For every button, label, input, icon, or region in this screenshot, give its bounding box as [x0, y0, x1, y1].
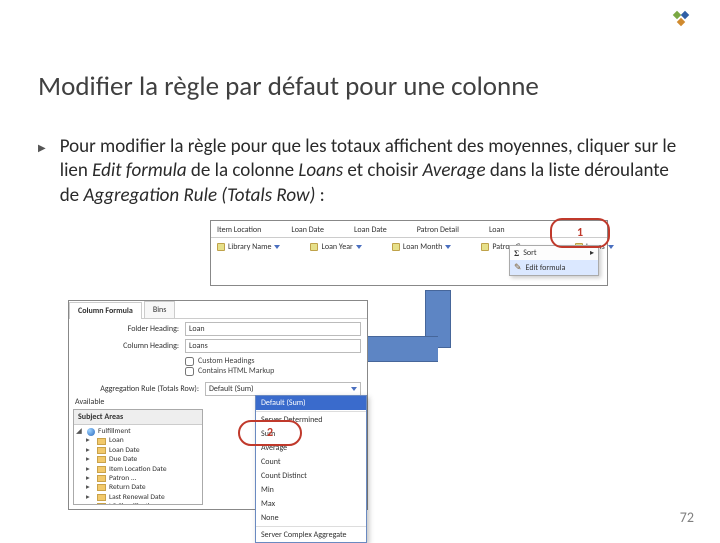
checkbox-html-markup[interactable]	[185, 367, 194, 376]
dialog-tabs: Column Formula Bins	[69, 301, 367, 319]
column-pill[interactable]: Loan Year	[310, 242, 361, 252]
checkbox-custom-headings[interactable]	[185, 357, 194, 366]
folder-icon	[97, 503, 106, 505]
page-number: 72	[680, 509, 694, 526]
tab-column-formula[interactable]: Column Formula	[69, 302, 142, 319]
column-context-menu: ΣSort▸ ✎Edit formula	[509, 245, 599, 276]
instruction-text: Pour modifier la règle pour que les tota…	[60, 135, 678, 208]
dropdown-option[interactable]: Count	[256, 455, 366, 469]
aggregation-dropdown-list: Default (Sum) Server Determined Sum Aver…	[255, 395, 367, 543]
folder-icon	[97, 484, 106, 491]
input-column-heading[interactable]: Loans	[185, 339, 361, 353]
globe-icon	[87, 428, 95, 436]
chevron-down-icon[interactable]	[356, 245, 362, 249]
folder-icon	[97, 494, 106, 501]
label-folder-heading: Folder Heading:	[75, 324, 185, 334]
tree-folder[interactable]: ▸Last Renewal Date	[76, 493, 200, 502]
criteria-columns-row: Item Location Loan Date Loan Date Patron…	[211, 221, 607, 238]
column-pill[interactable]: Library Name	[217, 242, 280, 252]
chevron-down-icon	[351, 387, 357, 391]
input-folder-heading[interactable]: Loan	[185, 322, 361, 336]
label-aggregation-rule: Aggregation Rule (Totals Row):	[75, 384, 205, 394]
folder-icon	[97, 456, 106, 463]
label-column-heading: Column Heading:	[75, 341, 185, 351]
folder-icon	[97, 447, 106, 454]
menu-item-edit-formula[interactable]: ✎Edit formula	[510, 260, 598, 275]
column-icon	[392, 243, 400, 251]
screenshot-columns: Item Location Loan Date Loan Date Patron…	[210, 220, 608, 286]
folder-icon	[97, 466, 106, 473]
tree-folder[interactable]: ▸LC Classifications	[76, 502, 200, 505]
column-icon	[481, 243, 489, 251]
column-icon	[310, 243, 318, 251]
folder-icon	[97, 475, 106, 482]
dropdown-option[interactable]: Max	[256, 497, 366, 511]
menu-item-sort[interactable]: ΣSort▸	[510, 246, 598, 260]
tree-folder[interactable]: ▸Loan	[76, 436, 200, 445]
tree-folder[interactable]: ▸Due Date	[76, 455, 200, 464]
chevron-down-icon[interactable]	[608, 245, 614, 249]
column-icon	[217, 243, 225, 251]
label-available: Available	[75, 397, 104, 407]
tree-folder[interactable]: ▸Patron ...	[76, 474, 200, 483]
chevron-down-icon[interactable]	[445, 245, 451, 249]
subject-areas-tree[interactable]: Subject Areas ◢Fulfillment ▸Loan ▸Loan D…	[73, 409, 203, 505]
dropdown-option[interactable]: None	[256, 511, 366, 525]
select-aggregation-rule[interactable]: Default (Sum)	[205, 382, 361, 396]
dropdown-option[interactable]: Default (Sum)	[256, 396, 366, 410]
label-custom-headings: Custom Headings	[198, 356, 254, 366]
chevron-down-icon[interactable]	[274, 245, 280, 249]
page-title: Modifier la règle par défaut pour une co…	[38, 70, 539, 103]
callout-2: 2	[238, 420, 302, 446]
column-pill[interactable]: Loan Month	[392, 242, 452, 252]
tab-bins[interactable]: Bins	[144, 301, 176, 318]
brand-logo	[672, 10, 690, 28]
folder-icon	[97, 438, 106, 445]
screenshot-edit-formula-dialog: Column Formula Bins Folder Heading: Loan…	[68, 300, 368, 510]
tree-folder[interactable]: ▸Loan Date	[76, 446, 200, 455]
tree-root[interactable]: ◢Fulfillment	[76, 427, 200, 436]
tree-folder[interactable]: ▸Return Date	[76, 483, 200, 492]
tree-folder[interactable]: ▸Item Location Date	[76, 465, 200, 474]
dropdown-option[interactable]: Count Distinct	[256, 469, 366, 483]
bullet-marker: ▶	[38, 141, 46, 154]
tree-header: Subject Areas	[74, 410, 202, 425]
pencil-icon: ✎	[514, 262, 522, 273]
sort-icon: Σ	[514, 249, 519, 258]
dropdown-option[interactable]: Min	[256, 483, 366, 497]
label-html-markup: Contains HTML Markup	[198, 366, 274, 376]
instruction-bullet: ▶ Pour modifier la règle pour que les to…	[38, 135, 678, 208]
callout-1: 1	[550, 218, 610, 248]
